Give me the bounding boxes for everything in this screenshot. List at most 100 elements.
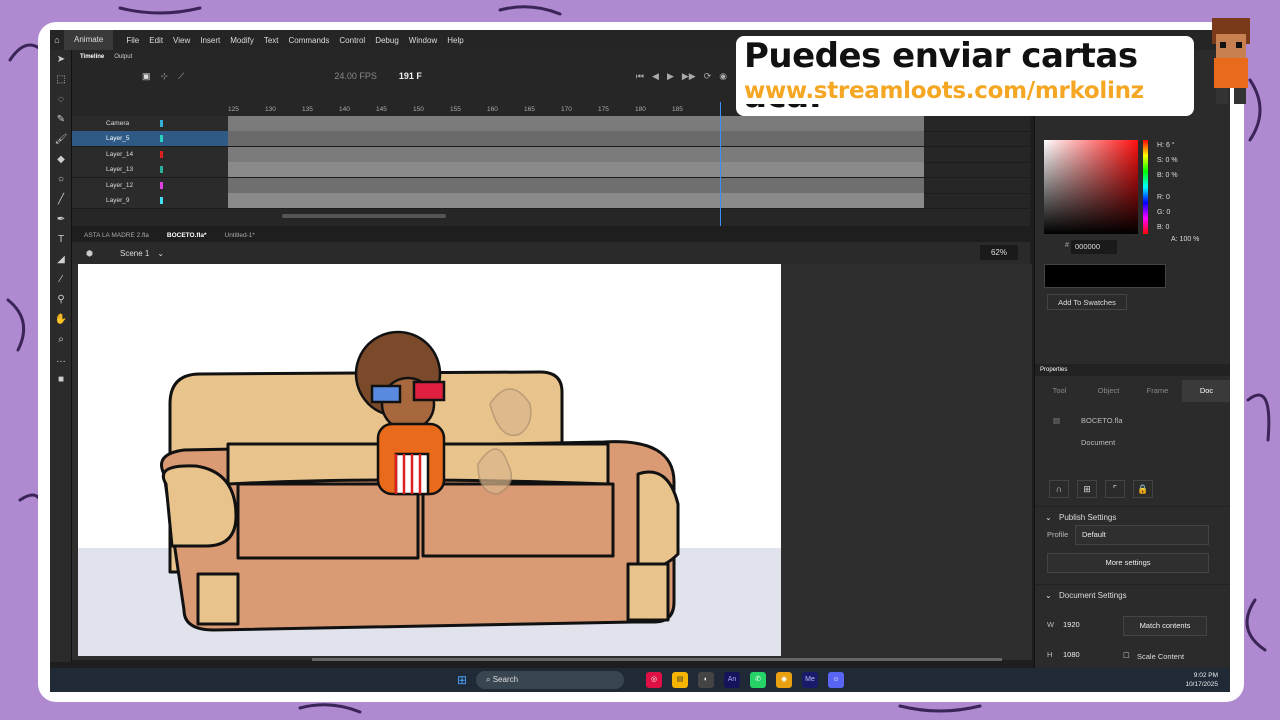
line-icon[interactable]: ╱ xyxy=(50,190,72,210)
layer-track[interactable] xyxy=(228,177,924,193)
guides-icon[interactable]: ⊞ xyxy=(1077,480,1097,498)
menu-insert[interactable]: Insert xyxy=(195,36,225,45)
menu-help[interactable]: Help xyxy=(442,36,468,45)
saturation-value[interactable]: S: 0 % xyxy=(1157,157,1178,164)
oval-icon[interactable]: ○ xyxy=(50,170,72,190)
next-frame-icon[interactable]: ▶▶ xyxy=(682,71,696,82)
tab-timeline[interactable]: Timeline xyxy=(80,54,104,60)
whatsapp-icon[interactable]: ✆ xyxy=(750,672,766,688)
doc-tab[interactable]: Untitled-1* xyxy=(225,232,255,239)
green-value[interactable]: G: 0 xyxy=(1157,209,1170,216)
hue-slider[interactable] xyxy=(1143,140,1148,234)
brush-icon[interactable]: 🖌 xyxy=(50,130,72,150)
snap-magnet-icon[interactable]: ∩ xyxy=(1049,480,1069,498)
scene-selector[interactable]: Scene 1 xyxy=(120,249,149,258)
layer-track[interactable] xyxy=(228,193,924,209)
pencil-icon[interactable]: ✎ xyxy=(50,110,72,130)
clock[interactable]: 9:02 PM 10/17/2025 xyxy=(1185,671,1218,689)
height-input[interactable]: 1080 xyxy=(1063,650,1080,659)
menu-control[interactable]: Control xyxy=(334,36,370,45)
tab-object[interactable]: Object xyxy=(1084,380,1133,402)
color-picker-gradient[interactable] xyxy=(1044,140,1138,234)
hex-input[interactable]: 000000 xyxy=(1071,240,1117,254)
layer-track[interactable] xyxy=(228,146,924,162)
menu-window[interactable]: Window xyxy=(404,36,442,45)
tab-frame[interactable]: Frame xyxy=(1133,380,1182,402)
tab-tool[interactable]: Tool xyxy=(1035,380,1084,402)
more-tools-icon[interactable]: … xyxy=(50,350,72,370)
hue-value[interactable]: H: 6 ° xyxy=(1157,142,1175,149)
hand-icon[interactable]: ✋ xyxy=(50,310,72,330)
pen-icon[interactable]: ✒ xyxy=(50,210,72,230)
layer-parenting-icon[interactable]: ⊹ xyxy=(161,71,169,82)
menu-view[interactable]: View xyxy=(168,36,195,45)
prev-frame-icon[interactable]: ◀ xyxy=(652,71,659,82)
layer-row[interactable]: Layer_9 xyxy=(72,193,1030,209)
more-settings-button[interactable]: More settings xyxy=(1047,553,1209,573)
document-settings-section[interactable]: ⌄ Document Settings xyxy=(1035,584,1230,606)
timeline-scrollbar[interactable] xyxy=(282,214,446,218)
current-frame[interactable]: 191 F xyxy=(399,71,422,81)
camera-icon[interactable]: ▣ xyxy=(142,71,151,82)
home-icon[interactable]: ⌂ xyxy=(50,35,64,45)
alpha-value[interactable]: A: 100 % xyxy=(1171,236,1199,243)
pin-icon[interactable]: ⚲ xyxy=(50,290,72,310)
menu-file[interactable]: File xyxy=(121,36,144,45)
stroke-fill-swatch-icon[interactable]: ■ xyxy=(50,370,72,390)
layer-track[interactable] xyxy=(228,162,924,178)
layer-row[interactable]: Layer_13 xyxy=(72,162,1030,178)
lock-icon[interactable]: 🔒 xyxy=(1133,480,1153,498)
width-input[interactable]: 1920 xyxy=(1063,620,1080,629)
layer-row[interactable]: Layer_12 xyxy=(72,177,1030,194)
zoom-field[interactable]: 62% xyxy=(980,245,1018,260)
graph-icon[interactable]: ⟋ xyxy=(178,71,184,82)
fps-display[interactable]: 24.00 FPS xyxy=(334,71,377,81)
menu-commands[interactable]: Commands xyxy=(284,36,335,45)
first-frame-icon[interactable]: ⏮ xyxy=(636,71,644,82)
brightness-value[interactable]: B: 0 % xyxy=(1157,172,1178,179)
chrome-icon[interactable]: ◉ xyxy=(776,672,792,688)
lasso-icon[interactable]: ◌ xyxy=(50,90,72,110)
app-icon[interactable]: ◐ xyxy=(698,672,714,688)
windows-start-icon[interactable]: ⊞ xyxy=(454,672,470,688)
text-tool-icon[interactable]: T xyxy=(50,230,72,250)
blue-value[interactable]: B: 0 xyxy=(1157,224,1169,231)
media-encoder-icon[interactable]: Me xyxy=(802,672,818,688)
folder-icon[interactable]: ▤ xyxy=(672,672,688,688)
layer-row[interactable]: Layer_14 xyxy=(72,146,1030,163)
layer-track[interactable] xyxy=(228,131,924,147)
paint-bucket-icon[interactable]: ◢ xyxy=(50,250,72,270)
red-value[interactable]: R: 0 xyxy=(1157,194,1170,201)
doc-tab[interactable]: ASTA LA MADRE 2.fla xyxy=(84,232,149,239)
zoom-icon[interactable]: ⌕ xyxy=(50,330,72,350)
layer-row[interactable]: Layer_5 xyxy=(72,131,1030,147)
add-to-swatches-button[interactable]: Add To Swatches xyxy=(1047,294,1127,310)
app-icon[interactable]: ◎ xyxy=(646,672,662,688)
scale-content-checkbox[interactable]: ☐ xyxy=(1123,651,1130,660)
menu-text[interactable]: Text xyxy=(259,36,284,45)
match-contents-button[interactable]: Match contents xyxy=(1123,616,1207,636)
animate-app-icon[interactable]: An xyxy=(724,672,740,688)
menu-debug[interactable]: Debug xyxy=(370,36,404,45)
tab-doc[interactable]: Doc xyxy=(1182,380,1230,402)
stage-canvas[interactable] xyxy=(78,264,781,656)
profile-select[interactable]: Default xyxy=(1075,525,1209,545)
doc-tab-active[interactable]: BOCETO.fla* xyxy=(167,232,207,239)
menu-edit[interactable]: Edit xyxy=(144,36,168,45)
menu-modify[interactable]: Modify xyxy=(225,36,259,45)
playhead[interactable] xyxy=(720,102,721,226)
loop-icon[interactable]: ⟳ xyxy=(704,71,712,82)
selection-tool-icon[interactable]: ➤ xyxy=(50,50,72,70)
tab-output[interactable]: Output xyxy=(114,54,132,60)
stage-scrollbar[interactable] xyxy=(312,658,1002,661)
taskbar-search[interactable]: ⌕ Search xyxy=(476,671,624,689)
workspace-label[interactable]: Animate xyxy=(64,30,114,50)
eyedropper-icon[interactable]: ⁄ xyxy=(50,270,72,290)
free-transform-icon[interactable]: ⬚ xyxy=(50,70,72,90)
scene-icon[interactable]: ⬢ xyxy=(86,249,93,258)
corner-icon[interactable]: ⌜ xyxy=(1105,480,1125,498)
chevron-down-icon[interactable]: ⌄ xyxy=(157,249,164,258)
eraser-icon[interactable]: ◆ xyxy=(50,150,72,170)
play-icon[interactable]: ▶ xyxy=(667,71,674,82)
discord-icon[interactable]: ☺ xyxy=(828,672,844,688)
